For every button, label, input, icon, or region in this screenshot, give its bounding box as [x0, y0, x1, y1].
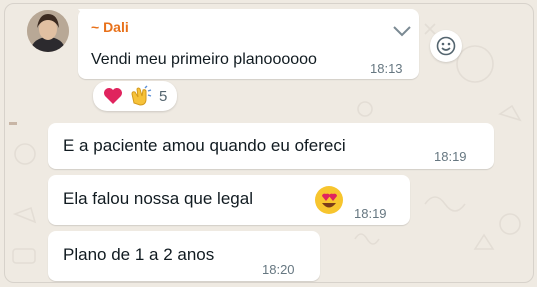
message-time: 18:13 — [370, 61, 403, 76]
message-bubble[interactable]: Plano de 1 a 2 anos 18:20 — [48, 231, 320, 281]
react-button[interactable] — [430, 30, 462, 62]
message-text: Plano de 1 a 2 anos — [63, 245, 215, 264]
heart-eyes-face-icon — [315, 186, 343, 214]
sender-name[interactable]: ~ Dali — [91, 19, 129, 35]
message-text: Vendi meu primeiro planoooooo — [91, 51, 317, 68]
reactions-pill[interactable]: 5 — [93, 81, 178, 111]
message-time: 18:20 — [262, 262, 295, 277]
reaction-count: 5 — [159, 87, 168, 105]
edge-mark — [9, 122, 17, 125]
message-text: Ela falou nossa que legal — [63, 189, 253, 208]
message-text: E a paciente amou quando eu ofereci — [63, 136, 346, 155]
clapping-hands-icon — [131, 85, 152, 106]
message-bubble[interactable]: Ela falou nossa que legal 18:19 — [48, 175, 410, 225]
avatar-image — [27, 10, 69, 52]
chat-panel: ~ Dali Vendi meu primeiro planoooooo 18:… — [4, 3, 534, 283]
message-bubble[interactable]: E a paciente amou quando eu ofereci 18:1… — [48, 123, 494, 169]
message-time: 18:19 — [434, 149, 467, 164]
avatar[interactable] — [27, 10, 69, 52]
message-time: 18:19 — [354, 206, 387, 221]
smiley-icon — [436, 36, 456, 56]
message-bubble[interactable]: ~ Dali Vendi meu primeiro planoooooo 18:… — [78, 9, 419, 79]
chevron-down-icon[interactable] — [392, 25, 412, 37]
red-heart-icon — [104, 88, 122, 104]
